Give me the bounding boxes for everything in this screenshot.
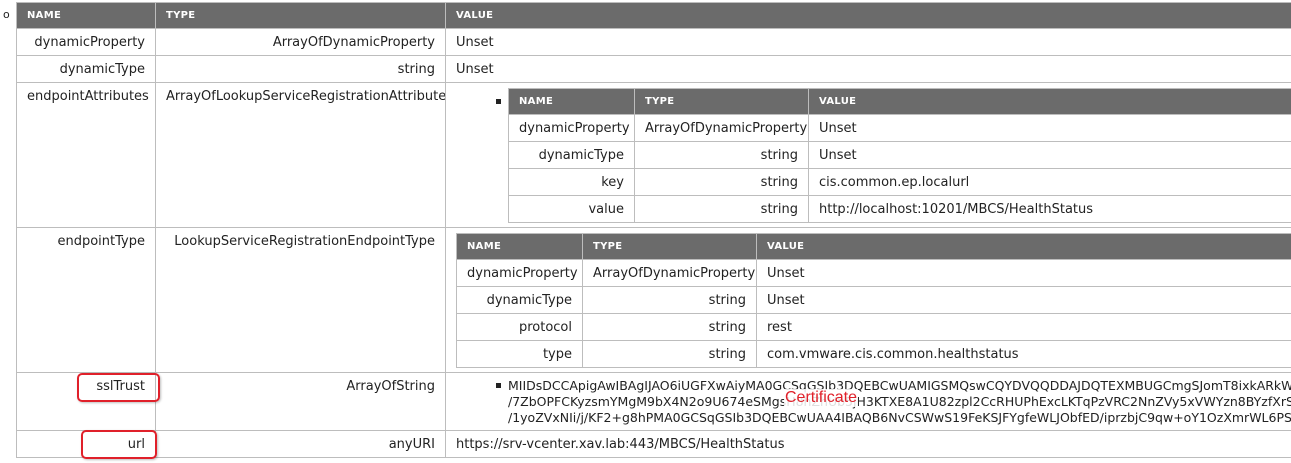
attribute-value: cis.common.ep.localurl: [808, 168, 1291, 196]
certificate-line: /1yoZVxNIi/j/KF2+g8hPMA0GCSqGSIb3DQEBCwU…: [508, 410, 1291, 425]
column-header-name: NAME: [16, 2, 156, 29]
column-header-value: VALUE: [808, 88, 1291, 115]
certificate-line: MIIDsDCCApigAwIBAgIJAO6iUGFXwAiyMA0GCSqG…: [508, 378, 1291, 393]
attribute-name: key: [508, 168, 635, 196]
table-row: value string http://localhost:10201/MBCS…: [508, 195, 1291, 223]
certificate-annotation-label: Certificate: [784, 389, 859, 407]
endpoint-type-type: ArrayOfDynamicProperty: [582, 259, 757, 287]
endpoint-type-value: Unset: [756, 259, 1291, 287]
square-bullet-icon: [496, 99, 501, 104]
property-name: endpointType: [16, 227, 156, 373]
endpoint-type-name: dynamicProperty: [456, 259, 583, 287]
table-header-row: NAME TYPE VALUE: [16, 2, 1291, 29]
endpoint-type-type: string: [582, 286, 757, 314]
property-type: ArrayOfDynamicProperty: [155, 28, 446, 56]
endpoint-type-value: Unset: [756, 286, 1291, 314]
property-type: anyURI: [155, 430, 446, 458]
endpoint-type-type: string: [582, 313, 757, 341]
property-name: dynamicProperty: [16, 28, 156, 56]
table-row: protocol string rest: [456, 313, 1291, 341]
certificate-line: /7ZbOPFCKyzsmYMgM9bX4N2o9U674eSMgsH8hZhU…: [508, 394, 1291, 409]
attribute-type: string: [634, 141, 809, 169]
attribute-value: http://localhost:10201/MBCS/HealthStatus: [808, 195, 1291, 223]
column-header-name: NAME: [456, 233, 583, 260]
attribute-name: dynamicType: [508, 141, 635, 169]
property-type: LookupServiceRegistrationEndpointType: [155, 227, 446, 373]
column-header-type: TYPE: [634, 88, 809, 115]
property-type: ArrayOfString: [155, 372, 446, 431]
attribute-value: Unset: [808, 141, 1291, 169]
endpoint-type-table: NAME TYPE VALUE dynamicProperty ArrayOfD…: [456, 233, 1291, 368]
endpoint-type-name: type: [456, 340, 583, 368]
table-row: key string cis.common.ep.localurl: [508, 168, 1291, 196]
circle-bullet-icon: o: [3, 8, 10, 21]
endpoint-attributes-table: NAME TYPE VALUE dynamicProperty ArrayOfD…: [508, 88, 1291, 223]
table-row: dynamicProperty ArrayOfDynamicProperty U…: [456, 259, 1291, 287]
certificate-value: MIIDsDCCApigAwIBAgIJAO6iUGFXwAiyMA0GCSqG…: [508, 378, 1291, 426]
table-row: type string com.vmware.cis.common.health…: [456, 340, 1291, 368]
column-header-value: VALUE: [445, 2, 1291, 29]
column-header-name: NAME: [508, 88, 635, 115]
square-bullet-icon: [496, 383, 501, 388]
table-row: dynamicProperty ArrayOfDynamicProperty U…: [508, 114, 1291, 142]
column-header-type: TYPE: [155, 2, 446, 29]
attribute-type: string: [634, 195, 809, 223]
endpoint-type-value: com.vmware.cis.common.healthstatus: [756, 340, 1291, 368]
table-row: dynamicType string Unset: [508, 141, 1291, 169]
table-header-row: NAME TYPE VALUE: [456, 233, 1291, 260]
column-header-type: TYPE: [582, 233, 757, 260]
property-name: endpointAttributes: [16, 82, 156, 228]
property-value: Unset: [445, 28, 1291, 56]
property-type: ArrayOfLookupServiceRegistrationAttribut…: [155, 82, 446, 228]
ssltrust-highlight-box: [77, 373, 160, 402]
attribute-type: string: [634, 168, 809, 196]
attribute-value: Unset: [808, 114, 1291, 142]
attribute-name: value: [508, 195, 635, 223]
property-type: string: [155, 55, 446, 83]
endpoint-type-name: protocol: [456, 313, 583, 341]
endpoint-type-type: string: [582, 340, 757, 368]
column-header-value: VALUE: [756, 233, 1291, 260]
attribute-type: ArrayOfDynamicProperty: [634, 114, 809, 142]
table-row: dynamicType string Unset: [456, 286, 1291, 314]
property-name: dynamicType: [16, 55, 156, 83]
table-row: dynamicType string Unset: [16, 55, 1291, 83]
endpoint-type-name: dynamicType: [456, 286, 583, 314]
property-value: Unset: [445, 55, 1291, 83]
property-value: https://srv-vcenter.xav.lab:443/MBCS/Hea…: [445, 430, 1291, 458]
table-header-row: NAME TYPE VALUE: [508, 88, 1291, 115]
table-row: dynamicProperty ArrayOfDynamicProperty U…: [16, 28, 1291, 56]
attribute-name: dynamicProperty: [508, 114, 635, 142]
table-row: url anyURI https://srv-vcenter.xav.lab:4…: [16, 430, 1291, 458]
endpoint-type-value: rest: [756, 313, 1291, 341]
url-highlight-box: [81, 430, 157, 459]
